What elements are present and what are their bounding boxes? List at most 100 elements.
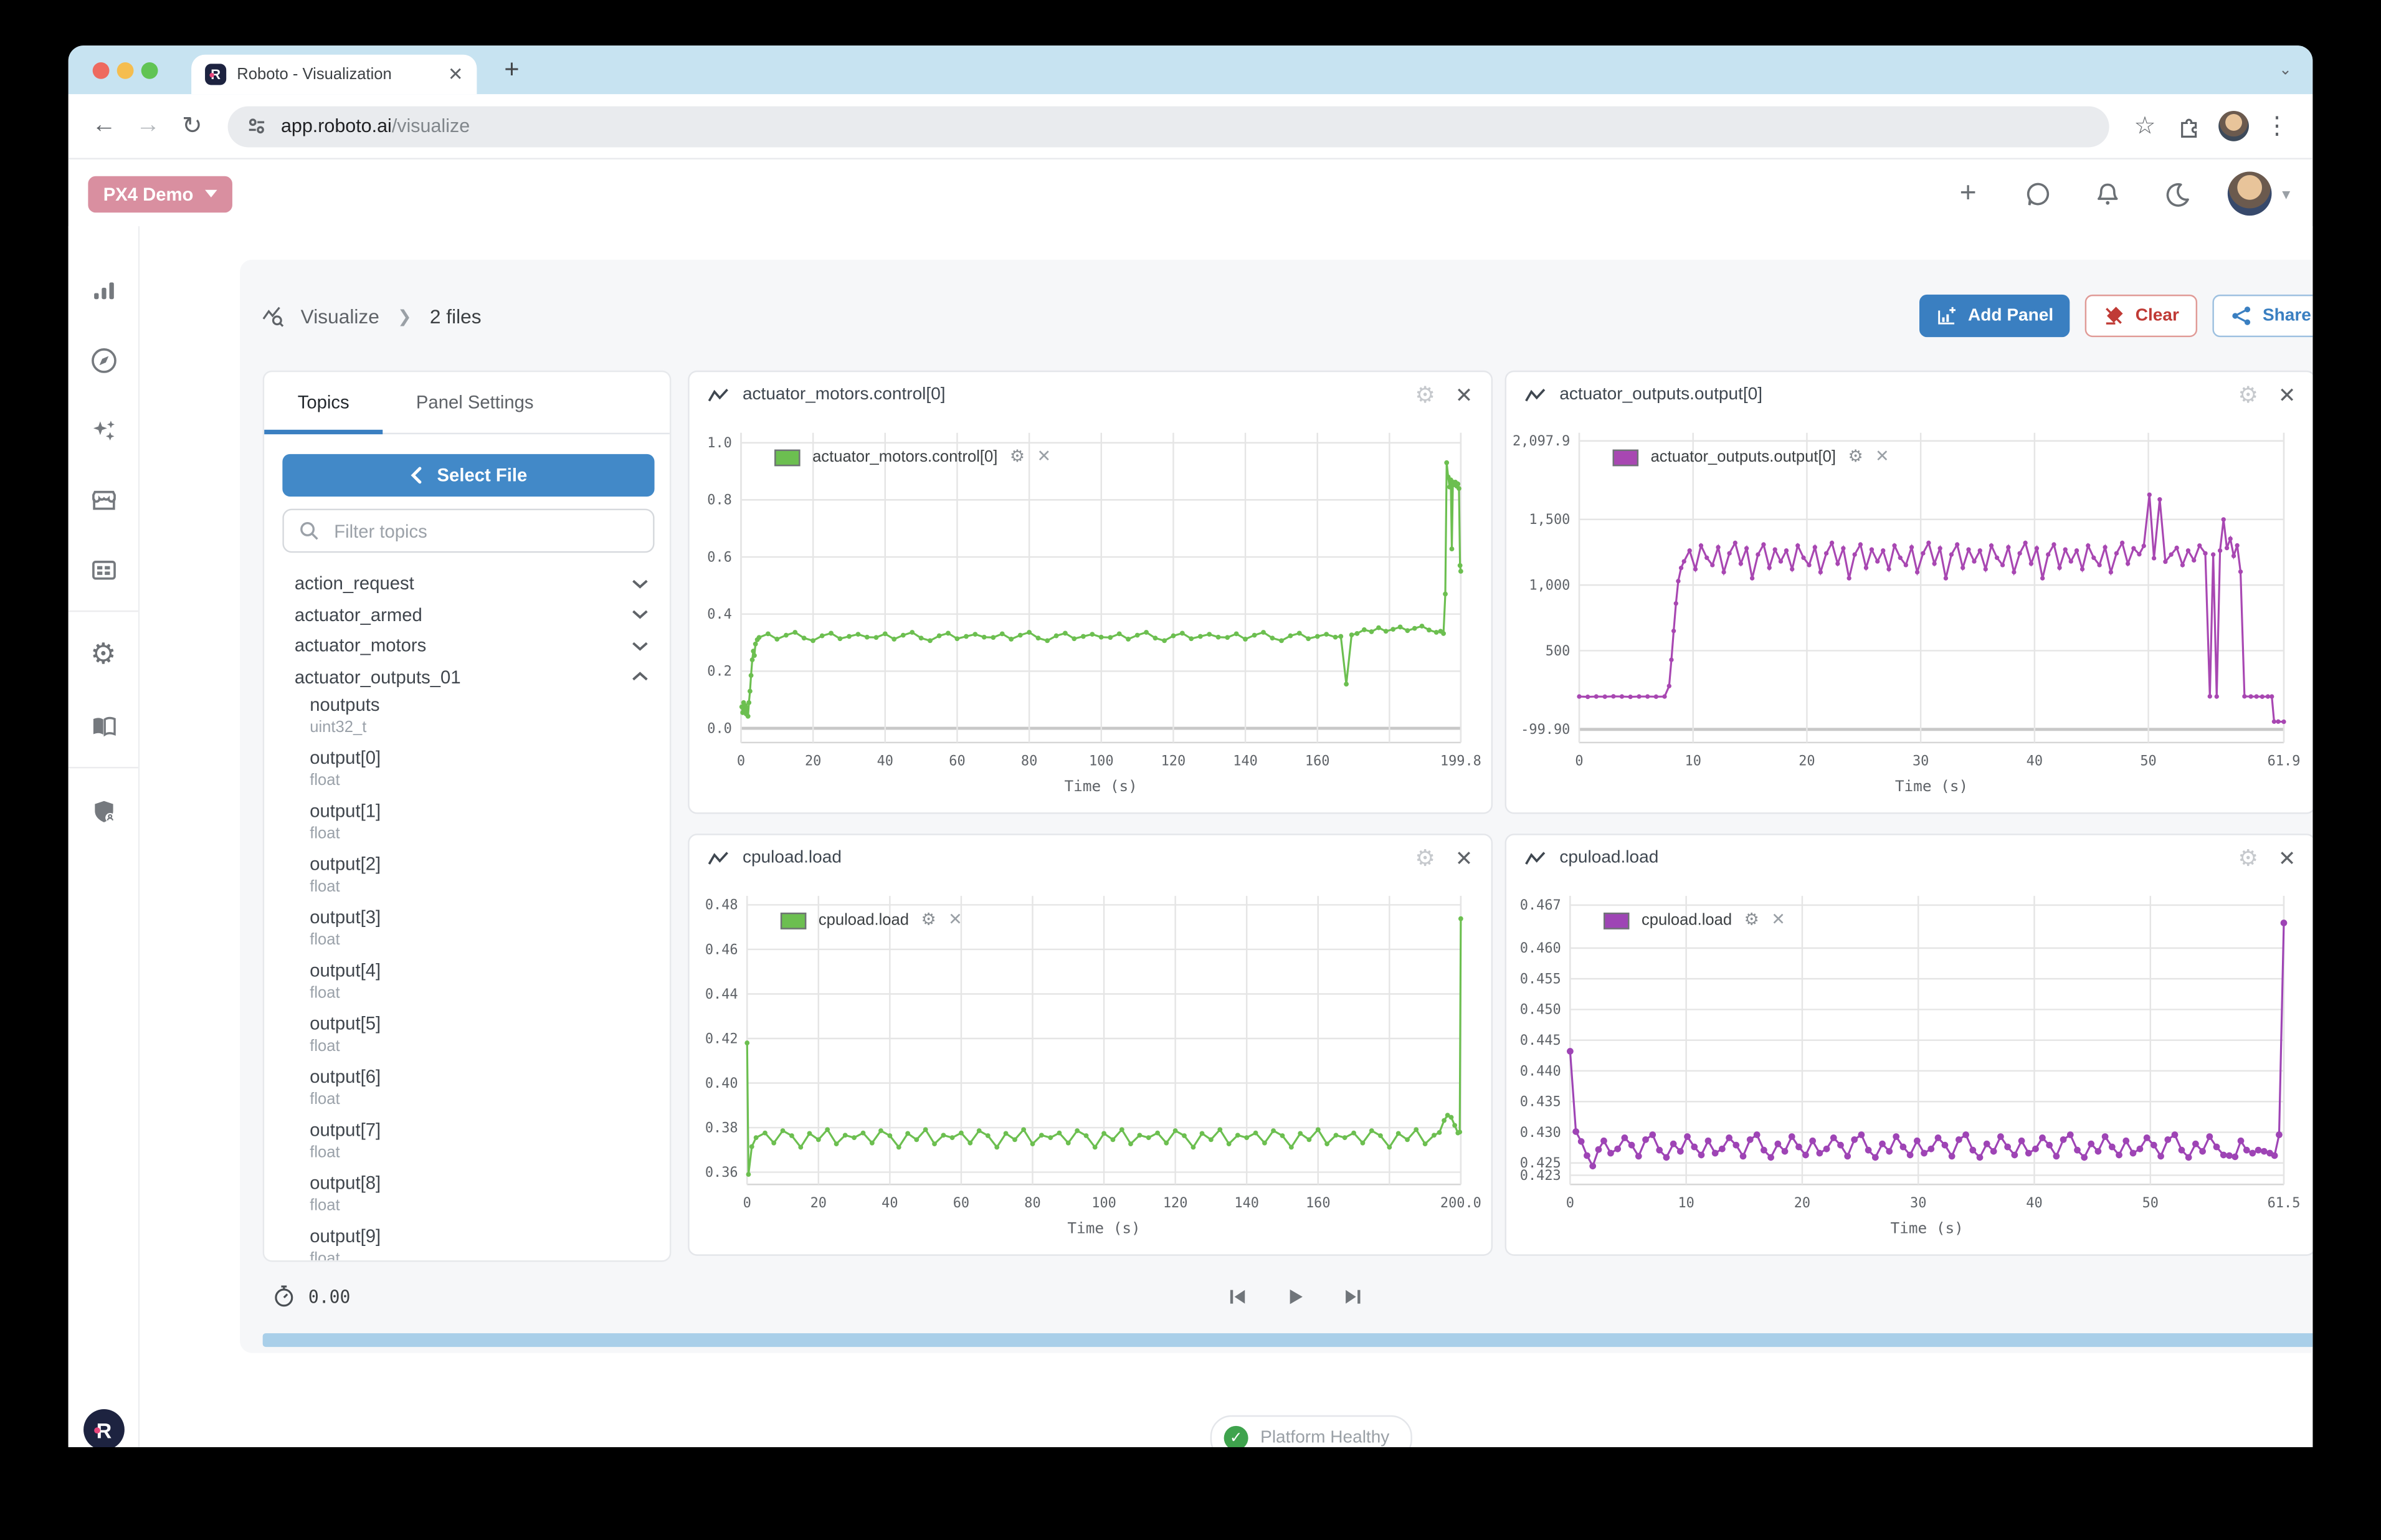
legend-gear-icon[interactable]: ⚙ — [1848, 449, 1863, 465]
bookmark-star-icon[interactable]: ☆ — [2124, 105, 2165, 146]
nav-settings-gear-icon[interactable]: ⚙ — [69, 632, 138, 677]
add-panel-button[interactable]: Add Panel — [1919, 295, 2070, 337]
forward-button[interactable]: → — [128, 105, 169, 146]
topic-row[interactable]: actuator_outputs_01 — [295, 662, 649, 693]
new-tab-button[interactable]: + — [493, 52, 530, 88]
panel-gear-icon[interactable]: ⚙ — [1415, 847, 1435, 870]
chart-plot-area[interactable]: 0.360.380.400.420.440.460.48020406080100… — [690, 881, 1491, 1255]
panel-close-icon[interactable]: ✕ — [1455, 384, 1473, 406]
nav-store-icon[interactable] — [69, 477, 138, 522]
topic-field[interactable]: noutputsuint32_t — [310, 693, 649, 738]
topic-row[interactable]: action_request — [295, 568, 649, 599]
panel-close-icon[interactable]: ✕ — [2278, 384, 2296, 406]
nav-admin-shield-icon[interactable] — [69, 788, 138, 834]
field-name[interactable]: output[4] — [310, 958, 649, 982]
tab-panel-settings[interactable]: Panel Settings — [383, 372, 567, 433]
select-file-button[interactable]: Select File — [282, 454, 654, 497]
timeline-scrubber[interactable] — [263, 1333, 2313, 1347]
nav-analytics-icon[interactable] — [69, 267, 138, 313]
topic-row[interactable]: actuator_armed — [295, 599, 649, 630]
topic-field[interactable]: output[8]float — [310, 1171, 649, 1216]
topic-field[interactable]: output[7]float — [310, 1118, 649, 1163]
org-selector[interactable]: PX4 Demo — [88, 176, 232, 212]
clear-button[interactable]: Clear — [2085, 295, 2197, 337]
svg-text:0.6: 0.6 — [707, 549, 732, 565]
skip-to-start-button[interactable] — [1224, 1283, 1252, 1311]
legend-close-icon[interactable]: ✕ — [1771, 912, 1785, 929]
topic-field[interactable]: output[3]float — [310, 905, 649, 951]
reload-button[interactable]: ↻ — [171, 105, 212, 146]
user-avatar[interactable] — [2228, 171, 2272, 216]
app-body: ⚙ R Visualize ❯ — [69, 226, 2313, 1447]
back-button[interactable]: ← — [83, 105, 125, 146]
chat-bubble-icon[interactable] — [2022, 177, 2055, 211]
platform-status-badge[interactable]: ✓ Platform Healthy — [1210, 1415, 1412, 1447]
panel-close-icon[interactable]: ✕ — [1455, 847, 1473, 868]
chevron-up-icon[interactable] — [632, 672, 649, 682]
field-name[interactable]: output[9] — [310, 1224, 649, 1248]
notifications-bell-icon[interactable] — [2091, 177, 2125, 211]
topic-row[interactable]: actuator_motors — [295, 630, 649, 662]
breadcrumb-visualize[interactable]: Visualize — [301, 305, 379, 328]
chart-plot-area[interactable]: 0.4230.4250.4300.4350.4400.4450.4500.455… — [1506, 881, 2312, 1255]
panel-close-icon[interactable]: ✕ — [2278, 847, 2296, 868]
filter-topics-field[interactable] — [282, 509, 654, 553]
legend-gear-icon[interactable]: ⚙ — [921, 912, 936, 929]
browser-tab[interactable]: R Roboto - Visualization ✕ — [191, 55, 477, 94]
field-name[interactable]: output[0] — [310, 746, 649, 770]
topic-field[interactable]: output[1]float — [310, 799, 649, 844]
field-name[interactable]: output[1] — [310, 799, 649, 823]
field-name[interactable]: noutputs — [310, 693, 649, 717]
dark-mode-moon-icon[interactable] — [2161, 177, 2195, 211]
legend-gear-icon[interactable]: ⚙ — [1744, 912, 1759, 929]
play-button[interactable] — [1281, 1283, 1309, 1311]
topic-field[interactable]: output[2]float — [310, 852, 649, 897]
address-bar[interactable]: app.roboto.ai/visualize — [228, 105, 2109, 146]
traffic-light-zoom[interactable] — [141, 62, 158, 78]
field-name[interactable]: output[7] — [310, 1118, 649, 1142]
browser-profile-avatar[interactable] — [2212, 105, 2253, 146]
traffic-light-minimize[interactable] — [117, 62, 134, 78]
breadcrumb-files[interactable]: 2 files — [430, 305, 482, 328]
site-controls-icon[interactable] — [246, 115, 267, 136]
filter-topics-input[interactable] — [331, 518, 637, 543]
field-name[interactable]: output[8] — [310, 1171, 649, 1195]
chevron-down-icon[interactable] — [632, 578, 649, 589]
panel-gear-icon[interactable]: ⚙ — [2238, 383, 2258, 406]
tab-topics[interactable]: Topics — [264, 372, 383, 433]
topic-field[interactable]: output[6]float — [310, 1065, 649, 1110]
nav-panels-grid-icon[interactable] — [69, 547, 138, 592]
legend-close-icon[interactable]: ✕ — [1037, 449, 1050, 465]
topic-field[interactable]: output[0]float — [310, 746, 649, 791]
browser-menu-kebab-icon[interactable]: ⋮ — [2256, 105, 2298, 146]
topic-field[interactable]: output[5]float — [310, 1011, 649, 1057]
chart-plot-area[interactable]: 0.00.20.40.60.81.00204060801001201401601… — [690, 417, 1491, 812]
legend-close-icon[interactable]: ✕ — [1875, 449, 1889, 465]
field-name[interactable]: output[5] — [310, 1011, 649, 1035]
legend-gear-icon[interactable]: ⚙ — [1010, 449, 1025, 465]
chevron-down-icon[interactable] — [632, 609, 649, 620]
topic-field[interactable]: output[9]float — [310, 1224, 649, 1261]
svg-text:60: 60 — [949, 754, 965, 769]
share-button[interactable]: Share — [2213, 295, 2313, 337]
tabstrip-chevron-icon[interactable]: ⌄ — [2273, 58, 2298, 82]
chart-plot-area[interactable]: -99.905001,0001,5002,097.90102030405061.… — [1506, 417, 2312, 812]
panel-gear-icon[interactable]: ⚙ — [1415, 383, 1435, 406]
traffic-light-close[interactable] — [93, 62, 110, 78]
extensions-puzzle-icon[interactable] — [2169, 105, 2210, 146]
nav-ai-sparkles-icon[interactable] — [69, 407, 138, 452]
skip-to-end-button[interactable] — [1339, 1283, 1367, 1311]
field-name[interactable]: output[3] — [310, 905, 649, 929]
field-name[interactable]: output[2] — [310, 852, 649, 876]
legend-close-icon[interactable]: ✕ — [948, 912, 962, 929]
create-plus-icon[interactable]: + — [1951, 177, 1985, 211]
nav-explore-compass-icon[interactable] — [69, 337, 138, 383]
panel-gear-icon[interactable]: ⚙ — [2238, 847, 2258, 870]
user-menu-chevron-icon[interactable]: ▼ — [2279, 186, 2293, 201]
topic-field[interactable]: output[4]float — [310, 958, 649, 1004]
tab-close-icon[interactable]: ✕ — [448, 65, 463, 83]
nav-docs-book-icon[interactable] — [69, 703, 138, 749]
field-name[interactable]: output[6] — [310, 1065, 649, 1089]
chevron-down-icon[interactable] — [632, 640, 649, 651]
field-type: float — [310, 1248, 649, 1261]
